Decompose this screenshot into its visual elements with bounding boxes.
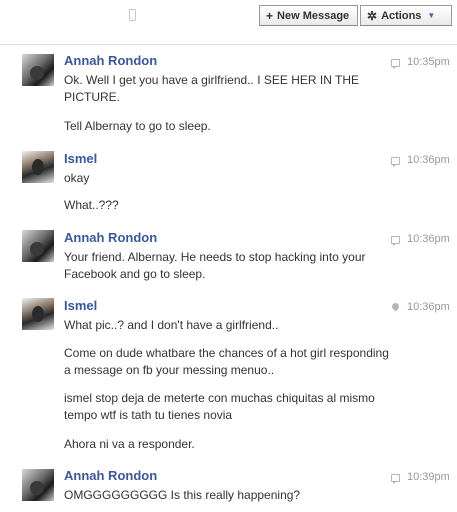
actions-label: Actions	[381, 9, 422, 22]
sender-name[interactable]: Annah Rondon	[64, 230, 157, 245]
avatar[interactable]	[22, 469, 54, 501]
message-text: Ahora ni va a responder.	[64, 437, 195, 451]
chat-bubble-icon	[391, 474, 400, 484]
message-timestamp: 10:36pm	[407, 301, 450, 313]
chat-bubble-icon	[391, 59, 400, 69]
chevron-down-icon: ▼	[427, 11, 436, 20]
message-text: okay	[64, 171, 90, 185]
actions-button[interactable]: ✲ Actions ▼	[360, 5, 452, 26]
toolbar-divider	[0, 44, 457, 45]
location-pin-icon	[390, 301, 401, 312]
message-timestamp: 10:36pm	[407, 233, 450, 245]
avatar[interactable]	[22, 151, 54, 183]
mobile-phone-icon	[129, 9, 136, 21]
new-message-button[interactable]: + New Message	[259, 5, 358, 26]
chat-bubble-icon	[391, 236, 400, 246]
message-text: What..???	[64, 198, 119, 212]
avatar[interactable]	[22, 298, 54, 330]
message-text: Come on dude whatbare the chances of a h…	[64, 346, 389, 377]
message-text: ismel stop deja de meterte con muchas ch…	[64, 391, 375, 422]
gear-icon: ✲	[367, 8, 378, 23]
sender-name[interactable]: Annah Rondon	[64, 53, 157, 68]
new-message-label: New Message	[277, 9, 350, 22]
message-text: Tell Albernay to go to sleep.	[64, 119, 211, 133]
message-text: OMGGGGGGGGG Is this really happening?	[64, 488, 301, 502]
message-timestamp: 10:39pm	[407, 471, 450, 483]
message-timestamp: 10:35pm	[407, 56, 450, 68]
message-toolbar: + New Message ✲ Actions ▼	[0, 0, 457, 34]
plus-icon: +	[266, 8, 274, 23]
sender-name[interactable]: Ismel	[64, 298, 97, 313]
sender-name[interactable]: Ismel	[64, 151, 97, 166]
sender-name[interactable]: Annah Rondon	[64, 468, 157, 483]
message-text: Ok. Well I get you have a girlfriend.. I…	[64, 73, 360, 104]
message-timestamp: 10:36pm	[407, 154, 450, 166]
message-text: Your friend. Albernay. He needs to stop …	[64, 250, 366, 281]
chat-bubble-icon	[391, 157, 400, 167]
message-text: What pic..? and I don't have a girlfrien…	[64, 318, 279, 332]
avatar[interactable]	[22, 230, 54, 262]
avatar[interactable]	[22, 54, 54, 86]
